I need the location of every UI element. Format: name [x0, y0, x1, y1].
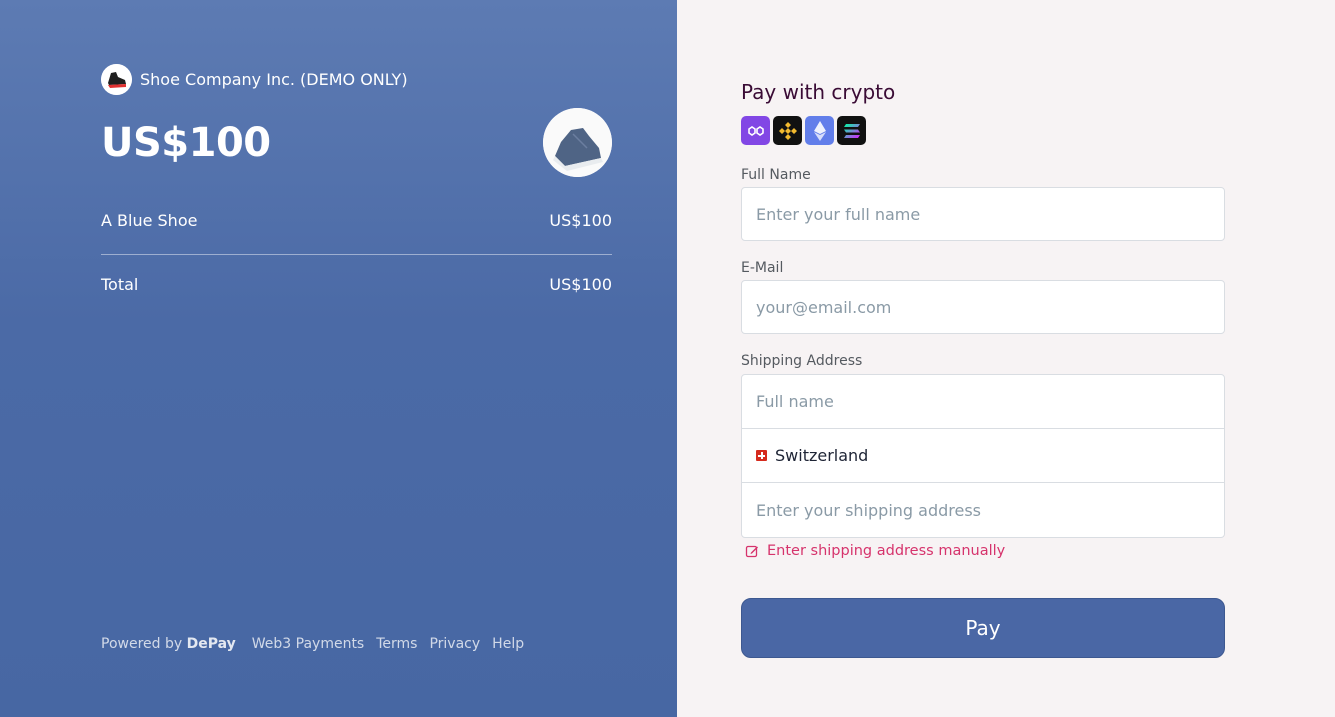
email-input[interactable]: your@email.com [741, 280, 1225, 334]
payment-panel: Pay with crypto Full Name Enter your ful… [677, 0, 1335, 717]
total-price: US$100 [549, 275, 612, 294]
footer-link-terms[interactable]: Terms [376, 636, 417, 652]
powered-by-prefix: Powered by [101, 636, 183, 652]
product-image [543, 108, 612, 177]
line-item: A Blue Shoe US$100 [101, 211, 612, 230]
payment-form: Pay with crypto Full Name Enter your ful… [741, 80, 1225, 658]
footer-link-help[interactable]: Help [492, 636, 524, 652]
brand: Shoe Company Inc. (DEMO ONLY) [101, 64, 408, 95]
crypto-icons [741, 116, 1225, 145]
company-logo [101, 64, 132, 95]
country-select[interactable]: Switzerland [742, 429, 1224, 483]
manual-address-link[interactable]: Enter shipping address manually [745, 543, 1005, 559]
line-item-price: US$100 [549, 211, 612, 230]
manual-address-label: Enter shipping address manually [767, 543, 1006, 559]
full-name-input[interactable]: Enter your full name [741, 187, 1225, 241]
order-amount: US$100 [101, 120, 271, 166]
powered-by-brand: DePay [186, 636, 236, 652]
total-label: Total [101, 275, 139, 294]
polygon-icon [741, 116, 770, 145]
footer-link-web3-payments[interactable]: Web3 Payments [252, 636, 364, 652]
solana-icon [837, 116, 866, 145]
email-label: E-Mail [741, 260, 784, 276]
shipping-name-input[interactable]: Full name [742, 375, 1224, 429]
ethereum-icon [805, 116, 834, 145]
country-value: Switzerland [775, 446, 869, 465]
form-title: Pay with crypto [741, 80, 896, 104]
powered-by[interactable]: Powered by DePay [101, 636, 236, 652]
company-name: Shoe Company Inc. (DEMO ONLY) [140, 70, 408, 89]
full-name-label: Full Name [741, 167, 811, 183]
footer: Powered by DePay Web3 Payments Terms Pri… [101, 636, 524, 652]
total-row: Total US$100 [101, 275, 612, 294]
shipping-address-label: Shipping Address [741, 353, 863, 369]
order-summary-panel: Shoe Company Inc. (DEMO ONLY) US$100 A B… [0, 0, 677, 717]
divider [101, 254, 612, 255]
footer-link-privacy[interactable]: Privacy [429, 636, 480, 652]
edit-icon [745, 545, 758, 558]
pay-button[interactable]: Pay [741, 598, 1225, 658]
shipping-address-group: Full name Switzerland Enter your shippin… [741, 374, 1225, 538]
bnb-icon [773, 116, 802, 145]
swiss-flag-icon [756, 450, 767, 461]
shipping-address-input[interactable]: Enter your shipping address [742, 483, 1224, 537]
line-item-name: A Blue Shoe [101, 211, 198, 230]
